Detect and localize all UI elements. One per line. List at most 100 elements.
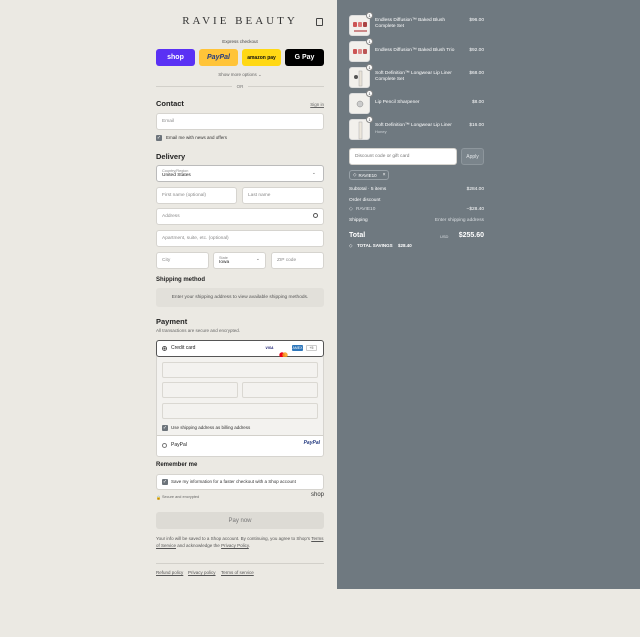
discount-placeholder: Discount code or gift card: [355, 154, 410, 159]
shipping-info-box: Enter your shipping address to view avai…: [156, 288, 324, 307]
email-placeholder: Email: [162, 119, 174, 124]
remember-checkbox[interactable]: ✓: [162, 479, 168, 485]
paypal-label: PayPal: [171, 442, 187, 448]
credit-card-label: Credit card: [171, 345, 196, 351]
security-code-field[interactable]: [242, 382, 318, 398]
sign-in-link[interactable]: Sign in: [300, 102, 324, 107]
total-savings-label: TOTAL SAVINGS: [357, 243, 393, 248]
amex-icon: AMEX: [292, 345, 303, 351]
apartment-field[interactable]: Apartment, suite, etc. (optional): [156, 230, 324, 247]
state-value: Iowa: [219, 260, 230, 265]
product-price: $92.00: [469, 48, 484, 53]
shipping-label: Shipping: [349, 218, 368, 223]
paypal-logo: PayPal: [303, 440, 320, 446]
google-pay-button[interactable]: G Pay: [285, 49, 324, 66]
name-on-card-field[interactable]: [162, 403, 318, 419]
cart-icon[interactable]: [316, 18, 323, 26]
expiry-field[interactable]: [162, 382, 238, 398]
refund-policy-link[interactable]: Refund policy: [156, 570, 183, 575]
apply-button[interactable]: Apply: [461, 148, 484, 165]
terms-of-service-link[interactable]: Terms of service: [221, 570, 254, 575]
footer-divider: [156, 563, 324, 564]
secure-label: Secure and encrypted: [162, 495, 200, 499]
legal-and: and acknowledge the: [177, 543, 220, 548]
card-number-field[interactable]: [162, 362, 318, 378]
lock-icon: 🔒: [156, 495, 161, 500]
privacy-link[interactable]: Privacy Policy: [221, 543, 249, 548]
privacy-policy-link[interactable]: Privacy policy: [188, 570, 216, 575]
total-label: Total: [349, 232, 366, 239]
pay-now-button[interactable]: Pay now: [156, 512, 324, 529]
discount-code-input[interactable]: Discount code or gift card: [349, 148, 457, 165]
divider-left: [156, 86, 232, 87]
payment-subtitle: All transactions are secure and encrypte…: [156, 328, 241, 333]
first-name-field[interactable]: First name (optional): [156, 187, 237, 204]
quantity-badge: 1: [366, 64, 373, 71]
last-name-placeholder: Last name: [248, 193, 271, 198]
email-field[interactable]: Email: [156, 113, 324, 130]
legal-line1: Your info will be saved to a Shop accoun…: [156, 536, 311, 541]
product-price: $16.00: [469, 123, 484, 128]
billing-label: Use shipping address as billing address: [171, 425, 251, 430]
address-field[interactable]: Address: [156, 208, 324, 225]
shop-pay-button[interactable]: shop: [156, 49, 195, 66]
address-placeholder: Address: [162, 214, 180, 219]
tag-icon: ◇: [349, 243, 353, 248]
apartment-placeholder: Apartment, suite, etc. (optional): [162, 236, 229, 241]
tag-icon: ◇: [353, 172, 357, 177]
remove-discount-icon[interactable]: ×: [383, 172, 386, 178]
shipping-method-heading: Shipping method: [156, 277, 205, 283]
contact-heading: Contact: [156, 99, 184, 108]
quantity-badge: 1: [366, 38, 373, 45]
currency-label: USD: [440, 234, 449, 239]
shipping-value: Enter shipping address: [434, 218, 484, 223]
amazon-pay-button[interactable]: amazon pay: [242, 49, 281, 66]
legal-end: .: [248, 543, 251, 548]
product-variant: Honey: [375, 129, 387, 134]
discount-code-applied: RAVIE10: [356, 207, 376, 212]
more-cards-badge: +5: [306, 345, 317, 351]
product-price: $96.00: [469, 18, 484, 23]
first-name-placeholder: First name (optional): [162, 193, 206, 198]
visa-icon: VISA: [265, 346, 274, 350]
city-field[interactable]: City: [156, 252, 209, 269]
quantity-badge: 1: [366, 12, 373, 19]
subtotal-value: $284.00: [466, 187, 484, 192]
mastercard-icon: [278, 345, 289, 358]
show-more-label: Show more options: [218, 72, 257, 77]
zip-placeholder: ZIP code: [277, 258, 297, 263]
news-label: Email me with news and offers: [166, 135, 227, 140]
last-name-field[interactable]: Last name: [242, 187, 324, 204]
shop-logo: shop: [310, 492, 324, 498]
news-checkbox[interactable]: ✓: [156, 135, 162, 141]
discount-value: −$28.40: [466, 207, 484, 212]
quantity-badge: 1: [366, 90, 373, 97]
page-bottom: [0, 589, 640, 637]
total-savings-value: $28.40: [398, 243, 412, 248]
express-checkout-title: Express checkout: [222, 39, 258, 44]
billing-checkbox[interactable]: ✓: [162, 425, 168, 431]
credit-card-radio[interactable]: [162, 346, 167, 351]
brand-logo[interactable]: RAVIE BEAUTY: [156, 15, 324, 27]
country-select[interactable]: Country/Region United States: [156, 165, 324, 182]
order-discount-label: Order discount: [349, 198, 381, 203]
zip-field[interactable]: ZIP code: [271, 252, 324, 269]
total-value: $255.60: [458, 232, 484, 239]
remember-label: Save my information for a faster checkou…: [171, 479, 296, 484]
legal-text: Your info will be saved to a Shop accoun…: [156, 535, 324, 549]
product-price: $68.00: [469, 71, 484, 76]
search-icon: [313, 213, 318, 218]
payment-divider: [157, 435, 323, 436]
discount-chip: ◇ RAVIE10 ×: [349, 170, 389, 180]
chevron-down-icon: ⌄: [312, 170, 316, 175]
show-more-options-link[interactable]: Show more options ⌄: [156, 72, 324, 78]
paypal-radio[interactable]: [162, 443, 167, 448]
city-placeholder: City: [162, 258, 171, 263]
discount-chip-code: RAVIE10: [358, 172, 377, 178]
paypal-button[interactable]: PayPal: [199, 49, 238, 66]
order-summary-panel: [337, 0, 640, 589]
remember-me-heading: Remember me: [156, 462, 198, 468]
chevron-down-icon: ⌄: [256, 256, 260, 261]
product-price: $8.00: [471, 100, 484, 105]
or-divider: OR: [236, 84, 244, 89]
